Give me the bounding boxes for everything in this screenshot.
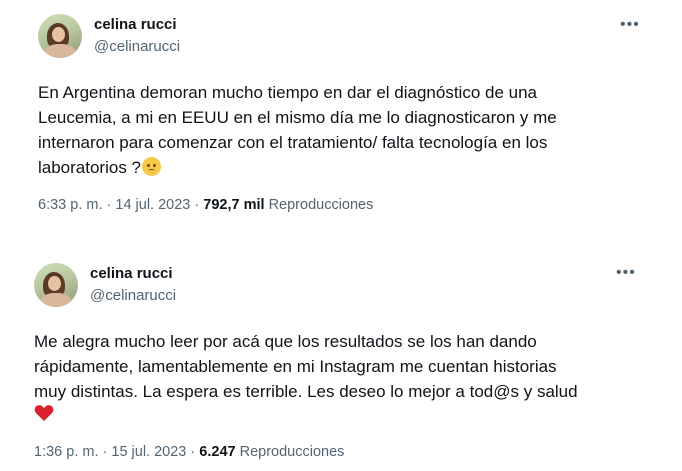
meta-separator: · — [194, 197, 200, 213]
meta-separator: · — [190, 444, 196, 460]
view-count: 6.247 — [199, 444, 236, 460]
meta-separator: · — [106, 197, 112, 213]
tweet-meta: 6:33 p. m. · 14 jul. 2023 · 792,7 mil Re… — [38, 197, 373, 213]
more-options-icon[interactable]: ••• — [616, 264, 636, 282]
tweet-card[interactable]: celina rucci @celinarucci ••• Me alegra … — [0, 250, 682, 471]
tweet-text-line: rápidamente, lamentablemente en mi Insta… — [34, 357, 557, 376]
tweet-text-line-emoji — [34, 404, 578, 429]
tweet-card[interactable]: celina rucci @celinarucci ••• En Argenti… — [0, 0, 682, 236]
tweet-date[interactable]: 15 jul. 2023 — [111, 444, 186, 460]
meta-separator: · — [102, 444, 108, 460]
author-name[interactable]: celina rucci — [94, 16, 177, 33]
tweet-time[interactable]: 1:36 p. m. — [34, 444, 98, 460]
divider — [0, 236, 682, 250]
red-heart-emoji — [34, 405, 54, 421]
tweet-text-line-last: laboratorios ? — [38, 155, 557, 180]
tweet-text-fragment: laboratorios ? — [38, 158, 142, 177]
tweet-text: Me alegra mucho leer por acá que los res… — [34, 329, 578, 429]
tweet-date[interactable]: 14 jul. 2023 — [115, 197, 190, 213]
tweet-text-line: internaron para comenzar con el tratamie… — [38, 133, 548, 152]
tweet-text: En Argentina demoran mucho tiempo en dar… — [38, 80, 557, 180]
view-count: 792,7 mil — [203, 197, 265, 213]
avatar[interactable] — [34, 263, 78, 307]
tweet-text-line: muy distintas. La espera es terrible. Le… — [34, 382, 578, 401]
tweet-text-line: Leucemia, a mi en EEUU en el mismo día m… — [38, 108, 557, 127]
tweet-meta: 1:36 p. m. · 15 jul. 2023 · 6.247 Reprod… — [34, 444, 344, 460]
views-label: Reproducciones — [268, 197, 374, 213]
avatar[interactable] — [38, 14, 82, 58]
tweet-text-line: En Argentina demoran mucho tiempo en dar… — [38, 83, 537, 102]
tweet-time[interactable]: 6:33 p. m. — [38, 197, 102, 213]
author-name[interactable]: celina rucci — [90, 265, 173, 282]
author-handle[interactable]: @celinarucci — [90, 287, 176, 304]
views-label: Reproducciones — [239, 444, 345, 460]
pleading-face-emoji — [142, 157, 162, 176]
tweet-text-line: Me alegra mucho leer por acá que los res… — [34, 332, 537, 351]
author-handle[interactable]: @celinarucci — [94, 38, 180, 55]
more-options-icon[interactable]: ••• — [620, 16, 640, 34]
